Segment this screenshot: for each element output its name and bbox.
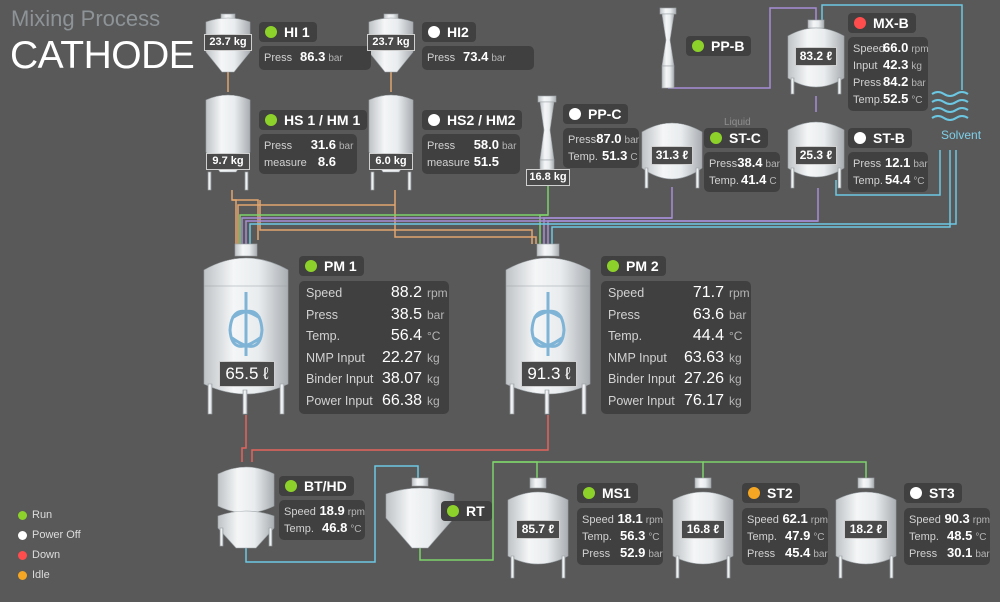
unit-tag-st-b[interactable]: ST-B: [848, 128, 912, 148]
volume-readout-ms1: 85.7 ℓ: [516, 520, 560, 539]
page-title: CATHODE: [10, 34, 195, 77]
legend-power-off-dot: [18, 531, 27, 540]
status-dot: [428, 26, 440, 38]
volume-readout-st-c: 31.3 ℓ: [651, 146, 693, 165]
legend-idle: Idle: [18, 569, 50, 581]
unit-panel-st-b: Press 12.1 bar Temp. 54.4 °C: [848, 152, 928, 192]
unit-tag-pp-b[interactable]: PP-B: [686, 36, 752, 56]
legend-down: Down: [18, 549, 60, 561]
volume-readout-st-b: 25.3 ℓ: [795, 146, 837, 165]
unit-tag-st-c[interactable]: ST-C: [704, 128, 768, 148]
volume-readout-hs1: 9.7 kg: [206, 153, 250, 170]
unit-tag-hs2-hm2[interactable]: HS2 / HM2: [422, 110, 523, 130]
unit-panel-bt-hd: Speed 18.9 rpm Temp. 46.8 °C: [279, 500, 365, 540]
volume-readout-pp-c: 16.8 kg: [526, 169, 570, 186]
status-dot: [607, 260, 619, 272]
unit-panel-pm1: Speed 88.2 rpm Press 38.5 bar Temp. 56.4 °C NM…: [299, 281, 449, 414]
volume-readout-mx-b: 83.2 ℓ: [795, 47, 837, 66]
hs1-tank-icon: [205, 94, 251, 191]
volume-readout-pm2: 91.3 ℓ: [521, 361, 577, 387]
status-dot: [692, 40, 704, 52]
unit-tag-pp-c[interactable]: PP-C: [563, 104, 629, 124]
status-dot: [910, 487, 922, 499]
status-dot: [428, 114, 440, 126]
volume-readout-hi1: 23.7 kg: [204, 34, 252, 51]
status-dot: [854, 132, 866, 144]
unit-panel-pm2: Speed 71.7 rpm Press 63.6 bar Temp. 44.4 °C NM…: [601, 281, 751, 414]
solvent-label: Solvent: [941, 128, 982, 142]
status-dot: [447, 505, 459, 517]
legend-run: Run: [18, 509, 52, 521]
volume-readout-st2: 16.8 ℓ: [681, 520, 725, 539]
waves-icon: [931, 91, 969, 121]
unit-panel-hs1-hm1: Press 31.6 bar measure 8.6: [259, 134, 357, 174]
unit-panel-pp-c: Press 87.0 bar Temp. 51.3 C: [563, 128, 639, 168]
unit-tag-hs1-hm1[interactable]: HS 1 / HM 1: [259, 110, 368, 130]
status-dot: [265, 114, 277, 126]
unit-panel-st-c: Press 38.4 bar Temp. 41.4 C: [704, 152, 780, 192]
status-dot: [265, 26, 277, 38]
unit-panel-hi1: Press 86.3 bar: [259, 46, 371, 70]
hs2-tank-icon: [368, 94, 414, 191]
volume-readout-pm1: 65.5 ℓ: [219, 361, 275, 387]
status-dot: [569, 108, 581, 120]
liquid-label: Liquid: [724, 117, 751, 128]
unit-tag-hi1[interactable]: HI 1: [259, 22, 317, 42]
status-dot: [710, 132, 722, 144]
volume-readout-hs2: 6.0 kg: [369, 153, 413, 170]
legend-idle-dot: [18, 571, 27, 580]
status-dot: [748, 487, 760, 499]
unit-panel-st3: Speed 90.3 rpm Temp. 48.5 °C Press 30.1 bar: [904, 508, 990, 565]
app-title: Mixing Process: [11, 6, 161, 31]
status-dot: [583, 487, 595, 499]
unit-tag-st3[interactable]: ST3: [904, 483, 962, 503]
unit-panel-hs2-hm2: Press 58.0 bar measure 51.5: [422, 134, 520, 174]
volume-readout-hi2: 23.7 kg: [367, 34, 415, 51]
unit-panel-st2: Speed 62.1 rpm Temp. 47.9 °C Press 45.4 bar: [742, 508, 828, 565]
unit-panel-hi2: Press 73.4 bar: [422, 46, 534, 70]
unit-tag-pm2[interactable]: PM 2: [601, 256, 666, 276]
volume-readout-st3: 18.2 ℓ: [844, 520, 888, 539]
status-dot: [285, 480, 297, 492]
legend-power-off: Power Off: [18, 529, 81, 541]
unit-tag-bt-hd[interactable]: BT/HD: [279, 476, 354, 496]
legend-down-dot: [18, 551, 27, 560]
unit-tag-pm1[interactable]: PM 1: [299, 256, 364, 276]
bt-hd-tank-icon: [217, 466, 275, 549]
pp-b-pump-icon: [659, 7, 677, 89]
legend-run-dot: [18, 511, 27, 520]
unit-tag-rt[interactable]: RT: [441, 501, 492, 521]
unit-panel-ms1: Speed 18.1 rpm Temp. 56.3 °C Press 52.9 bar: [577, 508, 663, 565]
unit-tag-st2[interactable]: ST2: [742, 483, 800, 503]
unit-tag-hi2[interactable]: HI2: [422, 22, 476, 42]
status-dot: [305, 260, 317, 272]
unit-tag-mx-b[interactable]: MX-B: [848, 13, 916, 33]
unit-tag-ms1[interactable]: MS1: [577, 483, 638, 503]
unit-panel-mx-b: Speed 66.0 rpm Input 42.3 kg Press 84.2 bar Te…: [848, 37, 929, 111]
status-dot: [854, 17, 866, 29]
